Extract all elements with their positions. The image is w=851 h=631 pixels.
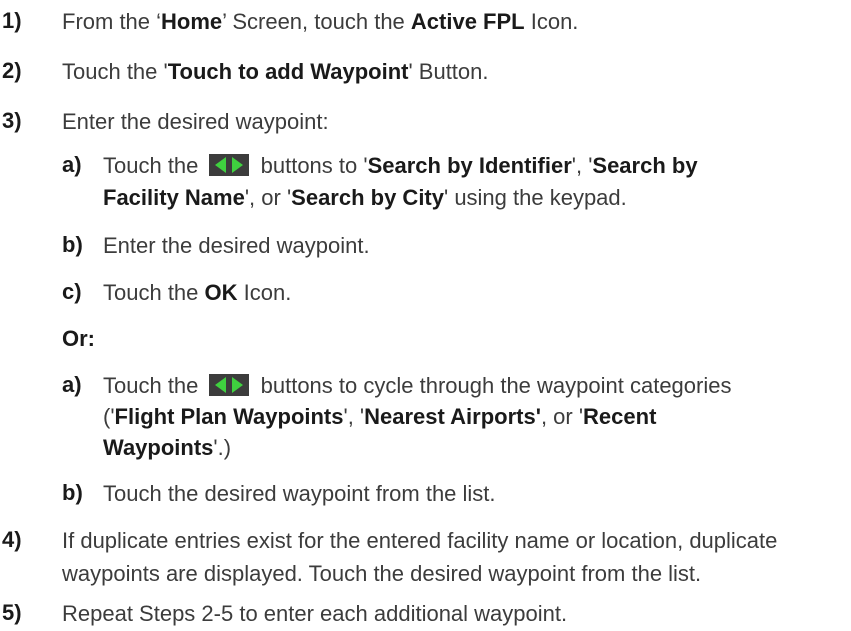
active-fpl-label: Active FPL xyxy=(410,9,525,34)
or-label: Or: xyxy=(62,326,95,351)
nearest-airports-label: Nearest Airports' xyxy=(364,404,541,429)
substep-3a-alt-line-2: ('Flight Plan Waypoints', 'Nearest Airpo… xyxy=(103,404,657,429)
substep-letter: b) xyxy=(62,232,83,257)
home-label: Home xyxy=(161,9,223,34)
step-1-text: From the ‘Home’ Screen, touch the Active… xyxy=(62,9,579,34)
step-2-text: Touch the 'Touch to add Waypoint' Button… xyxy=(62,59,489,84)
step-number: 5) xyxy=(2,600,22,625)
waypoints-label: Waypoints xyxy=(103,435,214,460)
flight-plan-waypoints-label: Flight Plan Waypoints xyxy=(114,404,344,429)
search-by-identifier-label: Search by Identifier xyxy=(367,153,572,178)
step-3-text: Enter the desired waypoint: xyxy=(62,109,329,134)
touch-to-add-waypoint-label: Touch to add Waypoint xyxy=(167,59,409,84)
substep-3a-alt-line-3: Waypoints'.) xyxy=(103,435,232,460)
substep-3c-text: Touch the OK Icon. xyxy=(103,280,292,305)
substep-3b-text: Enter the desired waypoint. xyxy=(103,233,370,258)
substep-letter: a) xyxy=(62,152,82,177)
substep-letter: c) xyxy=(62,279,82,304)
substep-letter: b) xyxy=(62,480,83,505)
substep-letter: a) xyxy=(62,372,82,397)
substep-3b-alt-text: Touch the desired waypoint from the list… xyxy=(103,481,496,506)
step-number: 2) xyxy=(2,58,22,83)
step-5-text: Repeat Steps 2-5 to enter each additiona… xyxy=(62,601,568,626)
search-by-city-label: Search by City xyxy=(291,185,444,210)
left-right-arrows-icon xyxy=(208,154,249,176)
facility-name-label: Facility Name xyxy=(103,185,245,210)
step-number: 4) xyxy=(2,527,22,552)
procedure-document: 1) From the ‘Home’ Screen, touch the Act… xyxy=(0,0,851,631)
substep-3a-line-2: Facility Name', or 'Search by City' usin… xyxy=(103,185,627,210)
step-4-line-1: If duplicate entries exist for the enter… xyxy=(62,528,778,553)
substep-3a-alt-line-1: Touch the buttons to cycle through the w… xyxy=(103,373,732,398)
step-4-line-2: waypoints are displayed. Touch the desir… xyxy=(62,561,702,586)
search-by-label: Search by xyxy=(592,153,698,178)
recent-label: Recent xyxy=(583,404,657,429)
step-number: 3) xyxy=(2,108,22,133)
ok-label: OK xyxy=(204,280,238,305)
substep-3a-line-1: Touch the buttons to 'Search by Identifi… xyxy=(103,153,698,178)
step-number: 1) xyxy=(2,8,22,33)
left-right-arrows-icon xyxy=(208,374,249,396)
